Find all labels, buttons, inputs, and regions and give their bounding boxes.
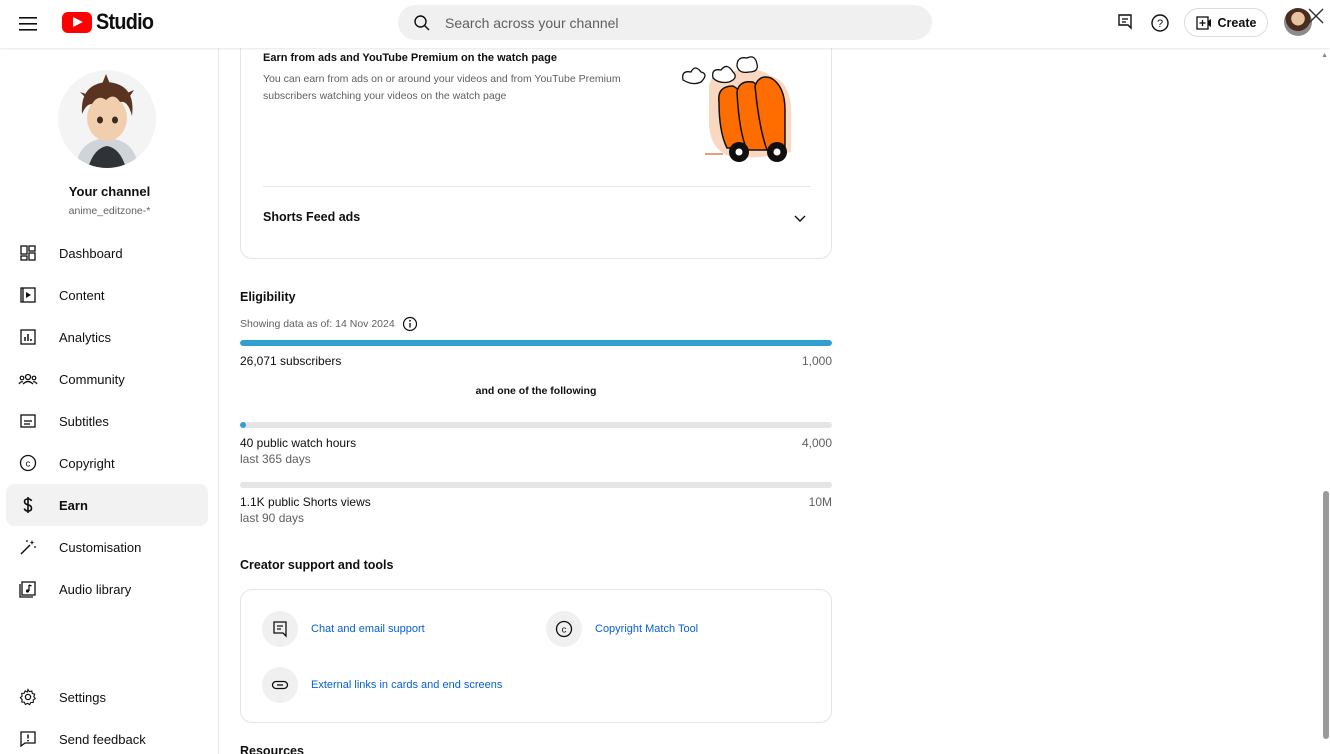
ad-truck-illustration	[682, 56, 791, 162]
svg-text:?: ?	[1157, 18, 1163, 30]
customisation-icon	[18, 537, 38, 557]
tool-label[interactable]: Chat and email support	[311, 623, 425, 635]
watch-hours-target: 4,000	[801, 436, 832, 450]
nav-earn[interactable]: Earn	[6, 484, 208, 526]
create-label: Create	[1217, 15, 1257, 30]
tool-label[interactable]: External links in cards and end screens	[311, 679, 502, 691]
tool-label[interactable]: Copyright Match Tool	[595, 623, 698, 635]
audio-library-icon	[18, 579, 38, 599]
scroll-up-arrow[interactable]: ▲	[1321, 52, 1328, 59]
search-input[interactable]	[445, 14, 905, 31]
gear-icon	[18, 687, 38, 707]
creator-support-title: Creator support and tools	[240, 558, 394, 572]
channel-handle: anime_editzone-*	[68, 205, 151, 217]
alerts-icon[interactable]	[1114, 12, 1136, 34]
top-bar: Studio ? Create	[0, 0, 1330, 48]
nav-label: Subtitles	[59, 413, 109, 429]
nav-customisation[interactable]: Customisation	[6, 526, 208, 568]
watch-page-description: You can earn from ads on or around your …	[263, 73, 621, 102]
watch-page-title: Earn from ads and YouTube Premium on the…	[263, 52, 557, 64]
community-icon	[18, 369, 38, 389]
subscribers-progress-bar	[240, 340, 832, 346]
watch-hours-period: last 365 days	[240, 452, 311, 466]
tool-chat-email-support[interactable]: Chat and email support	[262, 611, 425, 647]
search-icon	[414, 14, 430, 30]
info-icon[interactable]	[402, 316, 418, 332]
scrollbar[interactable]	[1322, 48, 1330, 754]
channel-avatar-image	[58, 70, 156, 168]
chat-icon	[262, 611, 298, 647]
create-button[interactable]: Create	[1184, 8, 1268, 37]
showing-data-label: Showing data as of: 14 Nov 2024	[240, 318, 395, 330]
showing-data-text: Showing data as of: 14 Nov 2024	[240, 316, 418, 332]
youtube-play-icon	[62, 11, 92, 33]
earn-icon	[18, 495, 38, 515]
shorts-views-count: 1.1K public Shorts views	[240, 495, 371, 509]
search-bar[interactable]	[398, 5, 932, 40]
divider	[263, 186, 811, 187]
nav-community[interactable]: Community	[6, 358, 208, 400]
nav-label: Community	[59, 371, 125, 387]
tool-external-links[interactable]: External links in cards and end screens	[262, 667, 502, 703]
watch-hours-progress-bar	[240, 422, 832, 428]
nav-label: Content	[59, 287, 105, 303]
content-icon	[18, 285, 38, 305]
or-text: and one of the following	[475, 385, 597, 397]
shorts-views-target: 10M	[808, 495, 832, 509]
help-icon[interactable]: ?	[1149, 12, 1171, 34]
copyright-icon: c	[546, 611, 582, 647]
close-icon[interactable]	[1306, 6, 1326, 26]
dashboard-icon	[18, 243, 38, 263]
nav-label: Analytics	[59, 329, 112, 345]
nav-label: Dashboard	[59, 245, 123, 261]
nav-settings[interactable]: Settings	[6, 676, 208, 718]
nav-analytics[interactable]: Analytics	[6, 316, 208, 358]
nav-label: Earn	[59, 497, 88, 513]
studio-app: Studio ? Create	[0, 0, 1330, 754]
nav-subtitles[interactable]: Subtitles	[6, 400, 208, 442]
logo-text: Studio	[96, 9, 154, 34]
shorts-feed-ads-label[interactable]: Shorts Feed ads	[263, 210, 360, 224]
subscribers-target: 1,000	[801, 354, 832, 368]
earn-options-card: Earn from ads and YouTube Premium on the…	[240, 38, 832, 259]
feedback-icon	[18, 729, 38, 749]
studio-logo[interactable]: Studio	[62, 9, 160, 34]
subtitles-icon	[18, 411, 38, 431]
subscribers-progress-fill	[240, 340, 832, 346]
resources-title: Resources	[240, 744, 304, 754]
channel-avatar[interactable]	[58, 70, 156, 168]
nav-audio-library[interactable]: Audio library	[6, 568, 208, 610]
shorts-views-period: last 90 days	[240, 511, 305, 525]
chevron-down-icon[interactable]	[792, 210, 808, 226]
creator-tools-card: Chat and email support c Copyright Match…	[240, 589, 832, 723]
nav-label: Customisation	[59, 539, 142, 555]
nav-label: Copyright	[59, 455, 115, 471]
svg-text:c: c	[562, 625, 567, 636]
nav-copyright[interactable]: c Copyright	[6, 442, 208, 484]
watch-hours-progress-fill	[240, 422, 246, 428]
nav-content[interactable]: Content	[6, 274, 208, 316]
subscribers-count: 26,071 subscribers	[240, 354, 342, 368]
analytics-icon	[18, 327, 38, 347]
create-video-icon	[1195, 15, 1211, 30]
watch-hours-count: 40 public watch hours	[240, 436, 357, 450]
copyright-icon: c	[18, 453, 38, 473]
eligibility-title: Eligibility	[240, 290, 296, 304]
nav-label: Send feedback	[59, 731, 146, 747]
link-icon	[262, 667, 298, 703]
nav-send-feedback[interactable]: Send feedback	[6, 718, 208, 754]
nav-label: Settings	[59, 689, 106, 705]
sidebar: Your channel anime_editzone-* Dashboard …	[0, 48, 219, 754]
menu-icon[interactable]	[16, 12, 42, 36]
scrollbar-thumb[interactable]	[1323, 491, 1329, 739]
shorts-views-progress-bar	[240, 482, 832, 488]
nav-label: Audio library	[59, 581, 132, 597]
channel-title: Your channel	[68, 184, 151, 199]
svg-text:c: c	[26, 459, 31, 470]
nav-dashboard[interactable]: Dashboard	[6, 232, 208, 274]
tool-copyright-match[interactable]: c Copyright Match Tool	[546, 611, 698, 647]
